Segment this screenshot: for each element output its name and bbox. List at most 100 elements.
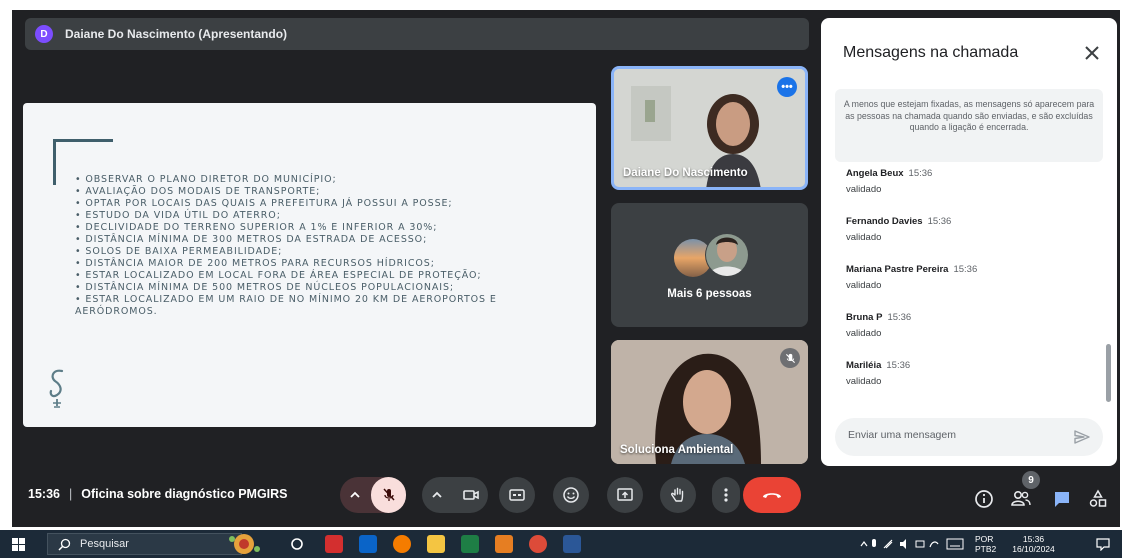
chat-message: Fernando Davies 15:36 validado [846, 216, 1096, 264]
participant-name: Daiane Do Nascimento [623, 167, 748, 179]
present-button[interactable] [607, 477, 643, 513]
more-options-icon[interactable]: ••• [777, 77, 797, 97]
outlook-icon[interactable] [359, 535, 377, 553]
message-text: validado [846, 328, 882, 339]
word-icon[interactable] [563, 535, 581, 553]
presentation-slide: • OBSERVAR O PLANO DIRETOR DO MUNICÍPIO;… [23, 103, 596, 427]
emoji-icon [563, 487, 579, 503]
chevron-up-icon [350, 491, 360, 498]
excel-icon[interactable] [461, 535, 479, 553]
leave-call-button[interactable] [743, 477, 801, 513]
activities-icon[interactable] [1088, 489, 1108, 509]
firefox-icon[interactable] [393, 535, 411, 553]
message-text: validado [846, 376, 882, 387]
chat-icon[interactable] [1052, 489, 1072, 509]
participant-name: Soluciona Ambiental [620, 444, 734, 456]
mic-options-button[interactable] [340, 477, 370, 513]
emoji-button[interactable] [553, 477, 589, 513]
presenter-label: Daiane Do Nascimento (Apresentando) [65, 27, 288, 41]
message-sender: Fernando Davies [846, 216, 923, 227]
chevron-up-icon [432, 491, 442, 498]
slide-bullet-list: • OBSERVAR O PLANO DIRETOR DO MUNICÍPIO;… [75, 174, 580, 318]
search-icon [58, 538, 71, 551]
hang-up-icon [763, 493, 781, 498]
slide-bullet: • ESTAR LOCALIZADO EM UM RAIO DE NO MÍNI… [75, 294, 497, 317]
slide-bullet: • OPTAR POR LOCAIS DAS QUAIS A PREFEITUR… [75, 198, 453, 209]
meeting-info: 15:36 | Oficina sobre diagnóstico PMGIRS [28, 487, 288, 501]
more-options-button[interactable] [712, 477, 740, 513]
chat-message: Mariléia 15:36 validado [846, 360, 1096, 408]
camera-options-button[interactable] [422, 477, 452, 513]
taskbar-search[interactable]: Pesquisar [47, 533, 242, 555]
message-text: validado [846, 184, 882, 195]
message-time: 15:36 [887, 312, 912, 323]
app-icon[interactable] [495, 535, 513, 553]
keyboard-icon[interactable] [946, 538, 964, 550]
pdf-reader-icon[interactable] [325, 535, 343, 553]
presenter-avatar: D [35, 25, 53, 43]
chrome-icon[interactable] [529, 535, 547, 553]
chat-panel: Mensagens na chamada A menos que estejam… [821, 18, 1117, 466]
slide-bullet: • DISTÂNCIA MÍNIMA DE 300 METROS DA ESTR… [75, 234, 428, 245]
participant-tile-soluciona[interactable]: Soluciona Ambiental [611, 340, 808, 464]
message-header: Bruna P 15:36 [846, 312, 1096, 323]
chat-input-box[interactable] [835, 418, 1103, 456]
keyboard-layout: PTB2 [975, 544, 997, 554]
message-text: validado [846, 232, 882, 243]
file-explorer-icon[interactable] [427, 535, 445, 553]
message-sender: Bruna P [846, 312, 883, 323]
camera-icon [462, 490, 479, 500]
raise-hand-button[interactable] [660, 477, 696, 513]
slide-bullet: • ESTUDO DA VIDA ÚTIL DO ATERRO; [75, 210, 281, 221]
windows-start-icon[interactable] [12, 538, 25, 551]
meeting-info-separator: | [68, 487, 73, 501]
chat-scrollbar[interactable] [1106, 344, 1111, 402]
task-view-icon[interactable] [290, 537, 304, 551]
chat-message: Bruna P 15:36 validado [846, 312, 1096, 360]
chat-notice: A menos que estejam fixadas, as mensagen… [835, 89, 1103, 162]
camera-control-group [422, 477, 488, 513]
mic-toggle-button[interactable] [371, 477, 406, 513]
message-text: validado [846, 280, 882, 291]
chat-message-input[interactable] [848, 429, 1048, 441]
meeting-clock: 15:36 [28, 487, 60, 501]
captions-button[interactable] [499, 477, 535, 513]
message-header: Mariana Pastre Pereira 15:36 [846, 264, 1096, 275]
message-sender: Mariléia [846, 360, 882, 371]
captions-icon [509, 489, 525, 501]
message-sender: Mariana Pastre Pereira [846, 264, 949, 275]
system-tray-icons[interactable] [860, 538, 940, 550]
camera-toggle-button[interactable] [453, 477, 488, 513]
meeting-details-icon[interactable] [974, 489, 994, 509]
send-icon[interactable] [1073, 428, 1091, 446]
notifications-icon[interactable] [1096, 538, 1110, 551]
mic-off-icon [780, 348, 800, 368]
search-placeholder: Pesquisar [80, 538, 129, 550]
meeting-name: Oficina sobre diagnóstico PMGIRS [81, 487, 288, 501]
presenter-bar: D Daiane Do Nascimento (Apresentando) [25, 18, 809, 50]
taskbar-clock[interactable]: 15:36 16/10/2024 [1006, 534, 1061, 554]
participant-tile-others[interactable]: Mais 6 pessoas [611, 203, 808, 327]
message-time: 15:36 [886, 360, 911, 371]
slide-bullet: • OBSERVAR O PLANO DIRETOR DO MUNICÍPIO; [75, 174, 337, 185]
slide-bullet: • DECLIVIDADE DO TERRENO SUPERIOR A 1% E… [75, 222, 438, 233]
message-sender: Angela Beux [846, 168, 904, 179]
language-code: POR [975, 534, 994, 544]
participant-tile-presenter[interactable]: ••• Daiane Do Nascimento [611, 66, 808, 190]
windows-taskbar: Pesquisar POR PTB2 15:36 16/10/2024 [0, 530, 1122, 558]
hand-icon [671, 487, 684, 502]
language-indicator[interactable]: POR PTB2 [975, 534, 996, 554]
chat-message: Angela Beux 15:36 validado [846, 168, 1096, 216]
meet-window: D Daiane Do Nascimento (Apresentando) • … [12, 10, 1120, 527]
message-header: Fernando Davies 15:36 [846, 216, 1096, 227]
slide-bullet: • SOLOS DE BAIXA PERMEABILIDADE; [75, 246, 283, 257]
chat-message: Mariana Pastre Pereira 15:36 validado [846, 264, 1096, 312]
more-vert-icon [724, 488, 728, 502]
chat-title: Mensagens na chamada [843, 44, 1019, 61]
people-count-badge: 9 [1022, 471, 1040, 489]
message-header: Mariléia 15:36 [846, 360, 1096, 371]
mic-control-group [340, 477, 406, 513]
close-icon[interactable] [1081, 42, 1103, 64]
people-icon[interactable] [1010, 489, 1032, 509]
message-time: 15:36 [908, 168, 933, 179]
